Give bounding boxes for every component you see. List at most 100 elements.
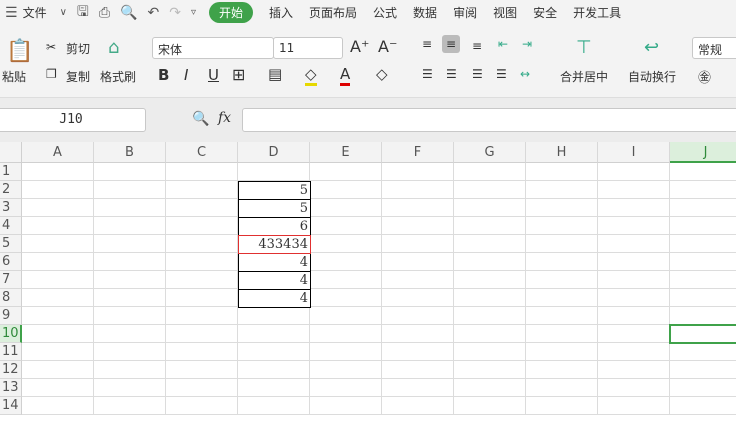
cell-E12[interactable]: [310, 361, 382, 379]
row-header-9[interactable]: 9: [0, 307, 22, 325]
cell-A9[interactable]: [22, 307, 94, 325]
cell-G4[interactable]: [454, 217, 526, 235]
underline-icon[interactable]: U: [208, 66, 219, 84]
cell-F3[interactable]: [382, 199, 454, 217]
cell-G12[interactable]: [454, 361, 526, 379]
cell-F4[interactable]: [382, 217, 454, 235]
cell-G3[interactable]: [454, 199, 526, 217]
tab-view[interactable]: 视图: [493, 4, 517, 21]
cell-B12[interactable]: [94, 361, 166, 379]
cell-H2[interactable]: [526, 181, 598, 199]
cell-J8[interactable]: [670, 289, 736, 307]
cell-H4[interactable]: [526, 217, 598, 235]
cell-I6[interactable]: [598, 253, 670, 271]
currency-icon[interactable]: ㊎: [698, 67, 711, 86]
cell-F8[interactable]: [382, 289, 454, 307]
decrease-font-icon[interactable]: A⁻: [378, 37, 397, 56]
cell-G14[interactable]: [454, 397, 526, 415]
cell-D11[interactable]: [238, 343, 310, 361]
paste-icon[interactable]: 📋: [6, 39, 33, 64]
borders-icon[interactable]: ⊞: [232, 65, 245, 84]
column-header-g[interactable]: G: [454, 142, 526, 163]
cell-J12[interactable]: [670, 361, 736, 379]
cell-I11[interactable]: [598, 343, 670, 361]
cell-D7[interactable]: 4: [238, 271, 311, 290]
cell-D13[interactable]: [238, 379, 310, 397]
cell-C4[interactable]: [166, 217, 238, 235]
cell-D3[interactable]: 5: [238, 199, 311, 218]
paste-button[interactable]: 粘贴: [2, 68, 26, 85]
column-header-j[interactable]: J: [670, 142, 736, 163]
row-header-10[interactable]: 10: [0, 325, 22, 343]
cell-F1[interactable]: [382, 163, 454, 181]
cell-A2[interactable]: [22, 181, 94, 199]
align-middle-icon[interactable]: ≡: [442, 35, 461, 53]
cell-I10[interactable]: [598, 325, 670, 343]
cell-H13[interactable]: [526, 379, 598, 397]
cell-D10[interactable]: [238, 325, 310, 343]
cell-I5[interactable]: [598, 235, 670, 253]
cell-H10[interactable]: [526, 325, 598, 343]
cut-icon[interactable]: ✂: [46, 40, 56, 54]
cell-C11[interactable]: [166, 343, 238, 361]
merge-center-button[interactable]: 合并居中: [560, 68, 608, 85]
cell-C7[interactable]: [166, 271, 238, 289]
cell-C12[interactable]: [166, 361, 238, 379]
cell-J2[interactable]: [670, 181, 736, 199]
row-header-7[interactable]: 7: [0, 271, 22, 289]
cell-E5[interactable]: [310, 235, 382, 253]
tab-security[interactable]: 安全: [533, 4, 557, 21]
tab-data[interactable]: 数据: [413, 4, 437, 21]
formula-input[interactable]: [242, 108, 736, 132]
row-header-5[interactable]: 5: [0, 235, 22, 253]
cell-G11[interactable]: [454, 343, 526, 361]
cell-D2[interactable]: 5: [238, 181, 311, 200]
font-size-select[interactable]: 11: [273, 37, 343, 59]
cell-E14[interactable]: [310, 397, 382, 415]
cell-B6[interactable]: [94, 253, 166, 271]
cell-E11[interactable]: [310, 343, 382, 361]
undo-icon[interactable]: ↶: [147, 5, 159, 21]
cell-D6[interactable]: 4: [238, 253, 311, 272]
cell-F13[interactable]: [382, 379, 454, 397]
cell-C13[interactable]: [166, 379, 238, 397]
cell-J3[interactable]: [670, 199, 736, 217]
cell-B11[interactable]: [94, 343, 166, 361]
cell-I2[interactable]: [598, 181, 670, 199]
row-header-14[interactable]: 14: [0, 397, 22, 415]
column-header-e[interactable]: E: [310, 142, 382, 163]
cell-F5[interactable]: [382, 235, 454, 253]
align-top-icon[interactable]: ≡: [422, 37, 432, 51]
cell-E9[interactable]: [310, 307, 382, 325]
print-icon[interactable]: ⎙: [99, 5, 110, 21]
cell-H3[interactable]: [526, 199, 598, 217]
cell-B1[interactable]: [94, 163, 166, 181]
cell-H1[interactable]: [526, 163, 598, 181]
cell-B5[interactable]: [94, 235, 166, 253]
cell-I14[interactable]: [598, 397, 670, 415]
cell-E4[interactable]: [310, 217, 382, 235]
cell-D5[interactable]: 433434: [238, 235, 311, 254]
column-header-f[interactable]: F: [382, 142, 454, 163]
cell-style-icon[interactable]: ▤: [268, 65, 282, 83]
cell-A7[interactable]: [22, 271, 94, 289]
row-header-4[interactable]: 4: [0, 217, 22, 235]
cell-I8[interactable]: [598, 289, 670, 307]
cell-A6[interactable]: [22, 253, 94, 271]
cell-F10[interactable]: [382, 325, 454, 343]
cell-I12[interactable]: [598, 361, 670, 379]
cell-E8[interactable]: [310, 289, 382, 307]
column-header-b[interactable]: B: [94, 142, 166, 163]
cell-A13[interactable]: [22, 379, 94, 397]
column-header-h[interactable]: H: [526, 142, 598, 163]
file-menu[interactable]: 文件: [23, 4, 47, 21]
selected-cell-j10[interactable]: [669, 324, 736, 344]
cell-B3[interactable]: [94, 199, 166, 217]
cell-D12[interactable]: [238, 361, 310, 379]
cell-J9[interactable]: [670, 307, 736, 325]
clear-icon[interactable]: ◇: [376, 65, 388, 83]
cell-I9[interactable]: [598, 307, 670, 325]
wrap-text-button[interactable]: 自动换行: [628, 68, 676, 85]
cell-C9[interactable]: [166, 307, 238, 325]
align-bottom-icon[interactable]: ≡: [472, 39, 482, 53]
